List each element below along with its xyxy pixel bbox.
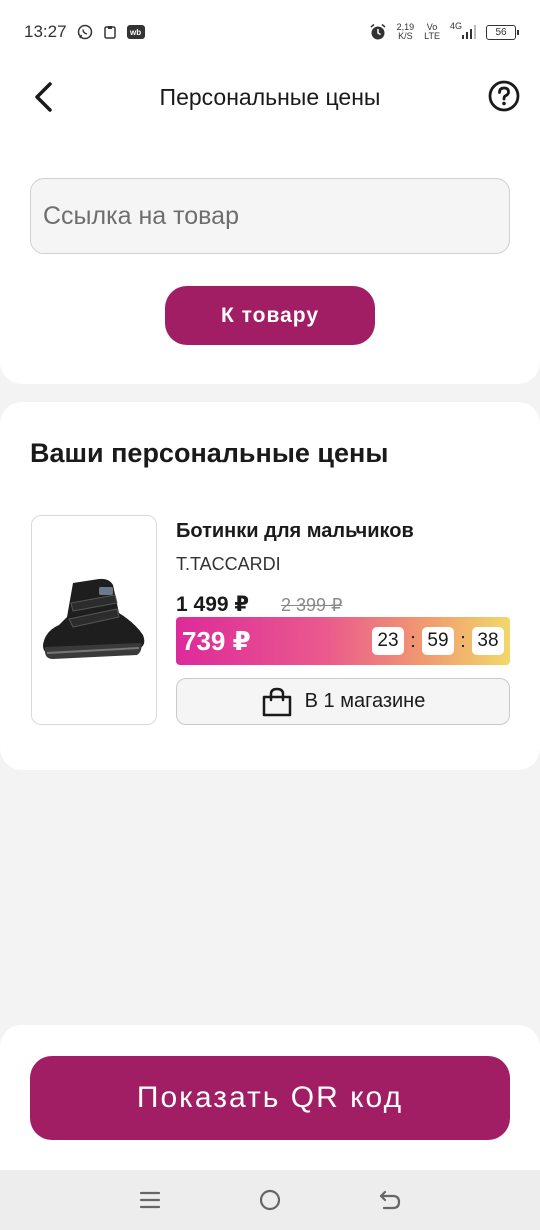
timer-separator: : [460, 629, 466, 652]
product-image[interactable] [31, 515, 157, 725]
timer-separator: : [410, 629, 416, 652]
header: Персональные цены [0, 64, 540, 130]
signal-icon: 4G [449, 20, 476, 39]
section-title: Ваши персональные цены [30, 438, 389, 468]
battery-level: 56 [495, 26, 507, 38]
boot-image [43, 578, 145, 659]
status-time: 13:27 [24, 22, 67, 41]
timer-hours: 23 [372, 627, 404, 655]
shopping-bag-icon [262, 687, 291, 716]
help-button[interactable] [488, 80, 520, 112]
product-link-input[interactable] [30, 178, 510, 254]
show-qr-button[interactable]: Показать QR код [30, 1056, 510, 1140]
timer-seconds: 38 [472, 627, 504, 655]
price-row: 1 499 ₽ 2 399 ₽ [176, 592, 343, 617]
status-bar: 13:27 wb 2,19 K/S Vo LTE 4G 56 [0, 0, 540, 64]
personal-price-bar: 739 ₽ 23 : 59 : 38 [176, 617, 510, 665]
old-price: 2 399 ₽ [281, 595, 343, 615]
net-speed: 2,19 K/S [397, 23, 415, 41]
wb-app-icon: wb [126, 25, 145, 39]
network-type: 4G [449, 20, 462, 31]
menu-icon [139, 1191, 161, 1209]
question-circle-icon [488, 80, 520, 112]
back-button[interactable] [26, 78, 60, 116]
countdown-timer: 23 : 59 : 38 [372, 627, 504, 655]
volte-bottom: LTE [424, 31, 440, 41]
stores-button[interactable]: В 1 магазине [176, 678, 510, 725]
page-title: Персональные цены [159, 83, 381, 110]
whatsapp-icon [77, 24, 93, 40]
system-nav-bar [0, 1170, 540, 1230]
bottom-panel: Показать QR код [0, 1025, 540, 1170]
clipboard-icon [103, 25, 117, 39]
menu-nav-button[interactable] [130, 1180, 170, 1220]
timer-minutes: 59 [422, 627, 454, 655]
net-speed-unit: K/S [398, 31, 413, 41]
chevron-left-icon [35, 82, 52, 112]
back-nav-button[interactable] [370, 1180, 410, 1220]
personal-prices-card: Ваши персональные цены Ботинки для мальч… [0, 402, 540, 770]
personal-price: 739 ₽ [182, 625, 251, 656]
product-name[interactable]: Ботинки для мальчиков [176, 520, 414, 543]
status-bar-right: 2,19 K/S Vo LTE 4G 56 [369, 20, 519, 41]
volte-indicator: Vo LTE [424, 23, 440, 41]
alarm-icon [369, 23, 387, 41]
current-price: 1 499 ₽ [176, 593, 249, 616]
product-brand: T.TACCARDI [176, 554, 281, 574]
home-nav-button[interactable] [250, 1180, 290, 1220]
to-product-button[interactable]: К товару [165, 286, 375, 345]
link-search-card: Персональные цены К товару [0, 64, 540, 384]
stores-label: В 1 магазине [304, 690, 426, 712]
battery-icon: 56 [486, 24, 519, 40]
home-circle-icon [259, 1189, 281, 1211]
back-arrow-icon [379, 1190, 401, 1210]
status-bar-left: 13:27 wb [24, 22, 145, 42]
